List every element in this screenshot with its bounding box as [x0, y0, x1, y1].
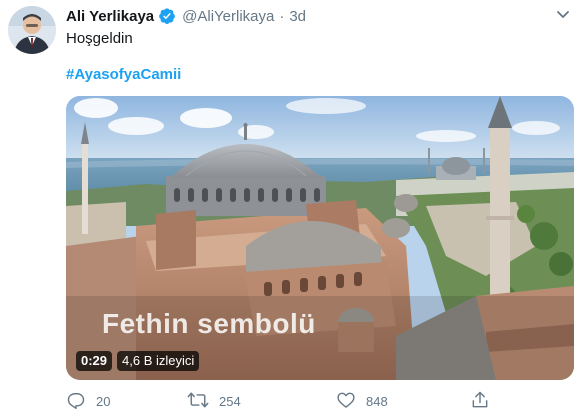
display-name[interactable]: Ali Yerlikaya — [66, 8, 154, 25]
avatar[interactable] — [8, 6, 56, 54]
tweet-header: Ali Yerlikaya @AliYerlikaya · 3d — [66, 6, 306, 26]
video-subtitle: Fethin sembolü — [102, 308, 316, 339]
tweet-actions: 20 254 848 — [66, 390, 536, 412]
reply-icon — [66, 390, 96, 413]
timestamp[interactable]: 3d — [289, 8, 306, 25]
share-button[interactable] — [470, 390, 500, 413]
verified-badge-icon — [158, 7, 176, 25]
chevron-down-icon[interactable] — [555, 6, 571, 27]
share-icon — [470, 390, 500, 413]
video-view-count: 4,6 B izleyici — [117, 351, 200, 371]
retweet-icon — [187, 390, 219, 413]
tweet-text: Hoşgeldin — [66, 30, 133, 47]
reply-button[interactable]: 20 — [66, 390, 110, 413]
reply-count: 20 — [96, 394, 111, 409]
separator-dot: · — [279, 7, 285, 25]
user-handle[interactable]: @AliYerlikaya — [182, 8, 274, 25]
like-button[interactable]: 848 — [336, 390, 388, 413]
video-duration: 0:29 — [76, 351, 113, 371]
hashtag-link[interactable]: #AyasofyaCamii — [66, 66, 181, 83]
heart-icon — [336, 390, 366, 413]
retweet-count: 254 — [219, 394, 241, 409]
like-count: 848 — [366, 394, 388, 409]
retweet-button[interactable]: 254 — [187, 390, 241, 413]
video-player[interactable]: Fethin sembolü 0:29 4,6 B izleyici — [66, 96, 574, 380]
video-info: 0:29 4,6 B izleyici — [76, 350, 200, 372]
